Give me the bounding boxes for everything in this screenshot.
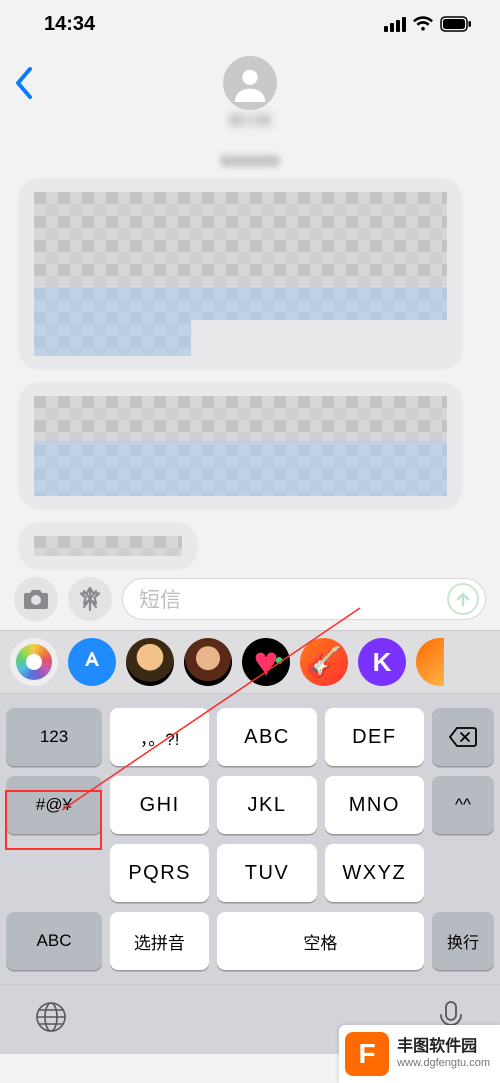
status-bar: 14:34 [0, 0, 500, 48]
back-button[interactable] [14, 66, 34, 105]
key-jkl[interactable]: JKL [217, 776, 316, 834]
app-memoji[interactable] [184, 638, 232, 686]
app-k[interactable]: K [358, 638, 406, 686]
key-delete[interactable] [432, 708, 494, 766]
message-list[interactable] [0, 146, 500, 574]
camera-button[interactable] [14, 577, 58, 621]
key-emoji[interactable]: ^^ [432, 776, 494, 834]
key-def[interactable]: DEF [325, 708, 424, 766]
app-appstore[interactable] [68, 638, 116, 686]
keyboard: 123 ，。?! ABC DEF #@¥ GHI JKL MNO ^^ PQRS… [0, 694, 500, 984]
app-memoji[interactable] [126, 638, 174, 686]
watermark-badge: F [345, 1032, 389, 1076]
key-pqrs[interactable]: PQRS [110, 844, 209, 902]
watermark-title: 丰图软件园 [397, 1038, 477, 1055]
key-123[interactable]: 123 [6, 708, 102, 766]
app-garageband[interactable]: 🎸 [300, 638, 348, 686]
send-button[interactable] [447, 583, 479, 615]
message-bubble[interactable] [18, 178, 463, 370]
key-ghi[interactable]: GHI [110, 776, 209, 834]
app-digital-touch[interactable]: ♥ [242, 638, 290, 686]
message-placeholder: 短信 [139, 584, 181, 614]
battery-icon [440, 16, 472, 32]
message-bubble[interactable] [18, 522, 198, 570]
key-select-pinyin[interactable]: 选拼音 [110, 912, 209, 970]
timestamp-redacted [220, 155, 280, 167]
key-wxyz[interactable]: WXYZ [325, 844, 424, 902]
apps-button[interactable] [68, 577, 112, 621]
key-mno[interactable]: MNO [325, 776, 424, 834]
compose-bar: 短信 [0, 574, 500, 630]
key-tuv[interactable]: TUV [217, 844, 316, 902]
status-right [384, 16, 472, 32]
watermark: F 丰图软件园 www.dgfengtu.com [339, 1025, 500, 1083]
key-abc[interactable]: ABC [217, 708, 316, 766]
message-bubble[interactable] [18, 382, 463, 510]
key-mode-abc[interactable]: ABC [6, 912, 102, 970]
imessage-app-strip[interactable]: ♥ 🎸 K [0, 630, 500, 694]
key-punctuation[interactable]: ，。?! [110, 708, 209, 766]
message-input[interactable]: 短信 [122, 578, 486, 620]
key-space[interactable]: 空格 [217, 912, 424, 970]
conversation-header [0, 48, 500, 146]
contact-avatar[interactable] [223, 56, 277, 110]
contact-name-redacted [230, 114, 270, 126]
watermark-url: www.dgfengtu.com [397, 1057, 490, 1070]
globe-button[interactable] [34, 1000, 68, 1039]
cellular-signal-icon [384, 17, 406, 32]
key-symbols[interactable]: #@¥ [6, 776, 102, 834]
key-return[interactable]: 换行 [432, 912, 494, 970]
app-photos[interactable] [10, 638, 58, 686]
app-partial[interactable] [416, 638, 444, 686]
status-time: 14:34 [44, 13, 95, 36]
wifi-icon [412, 16, 434, 32]
